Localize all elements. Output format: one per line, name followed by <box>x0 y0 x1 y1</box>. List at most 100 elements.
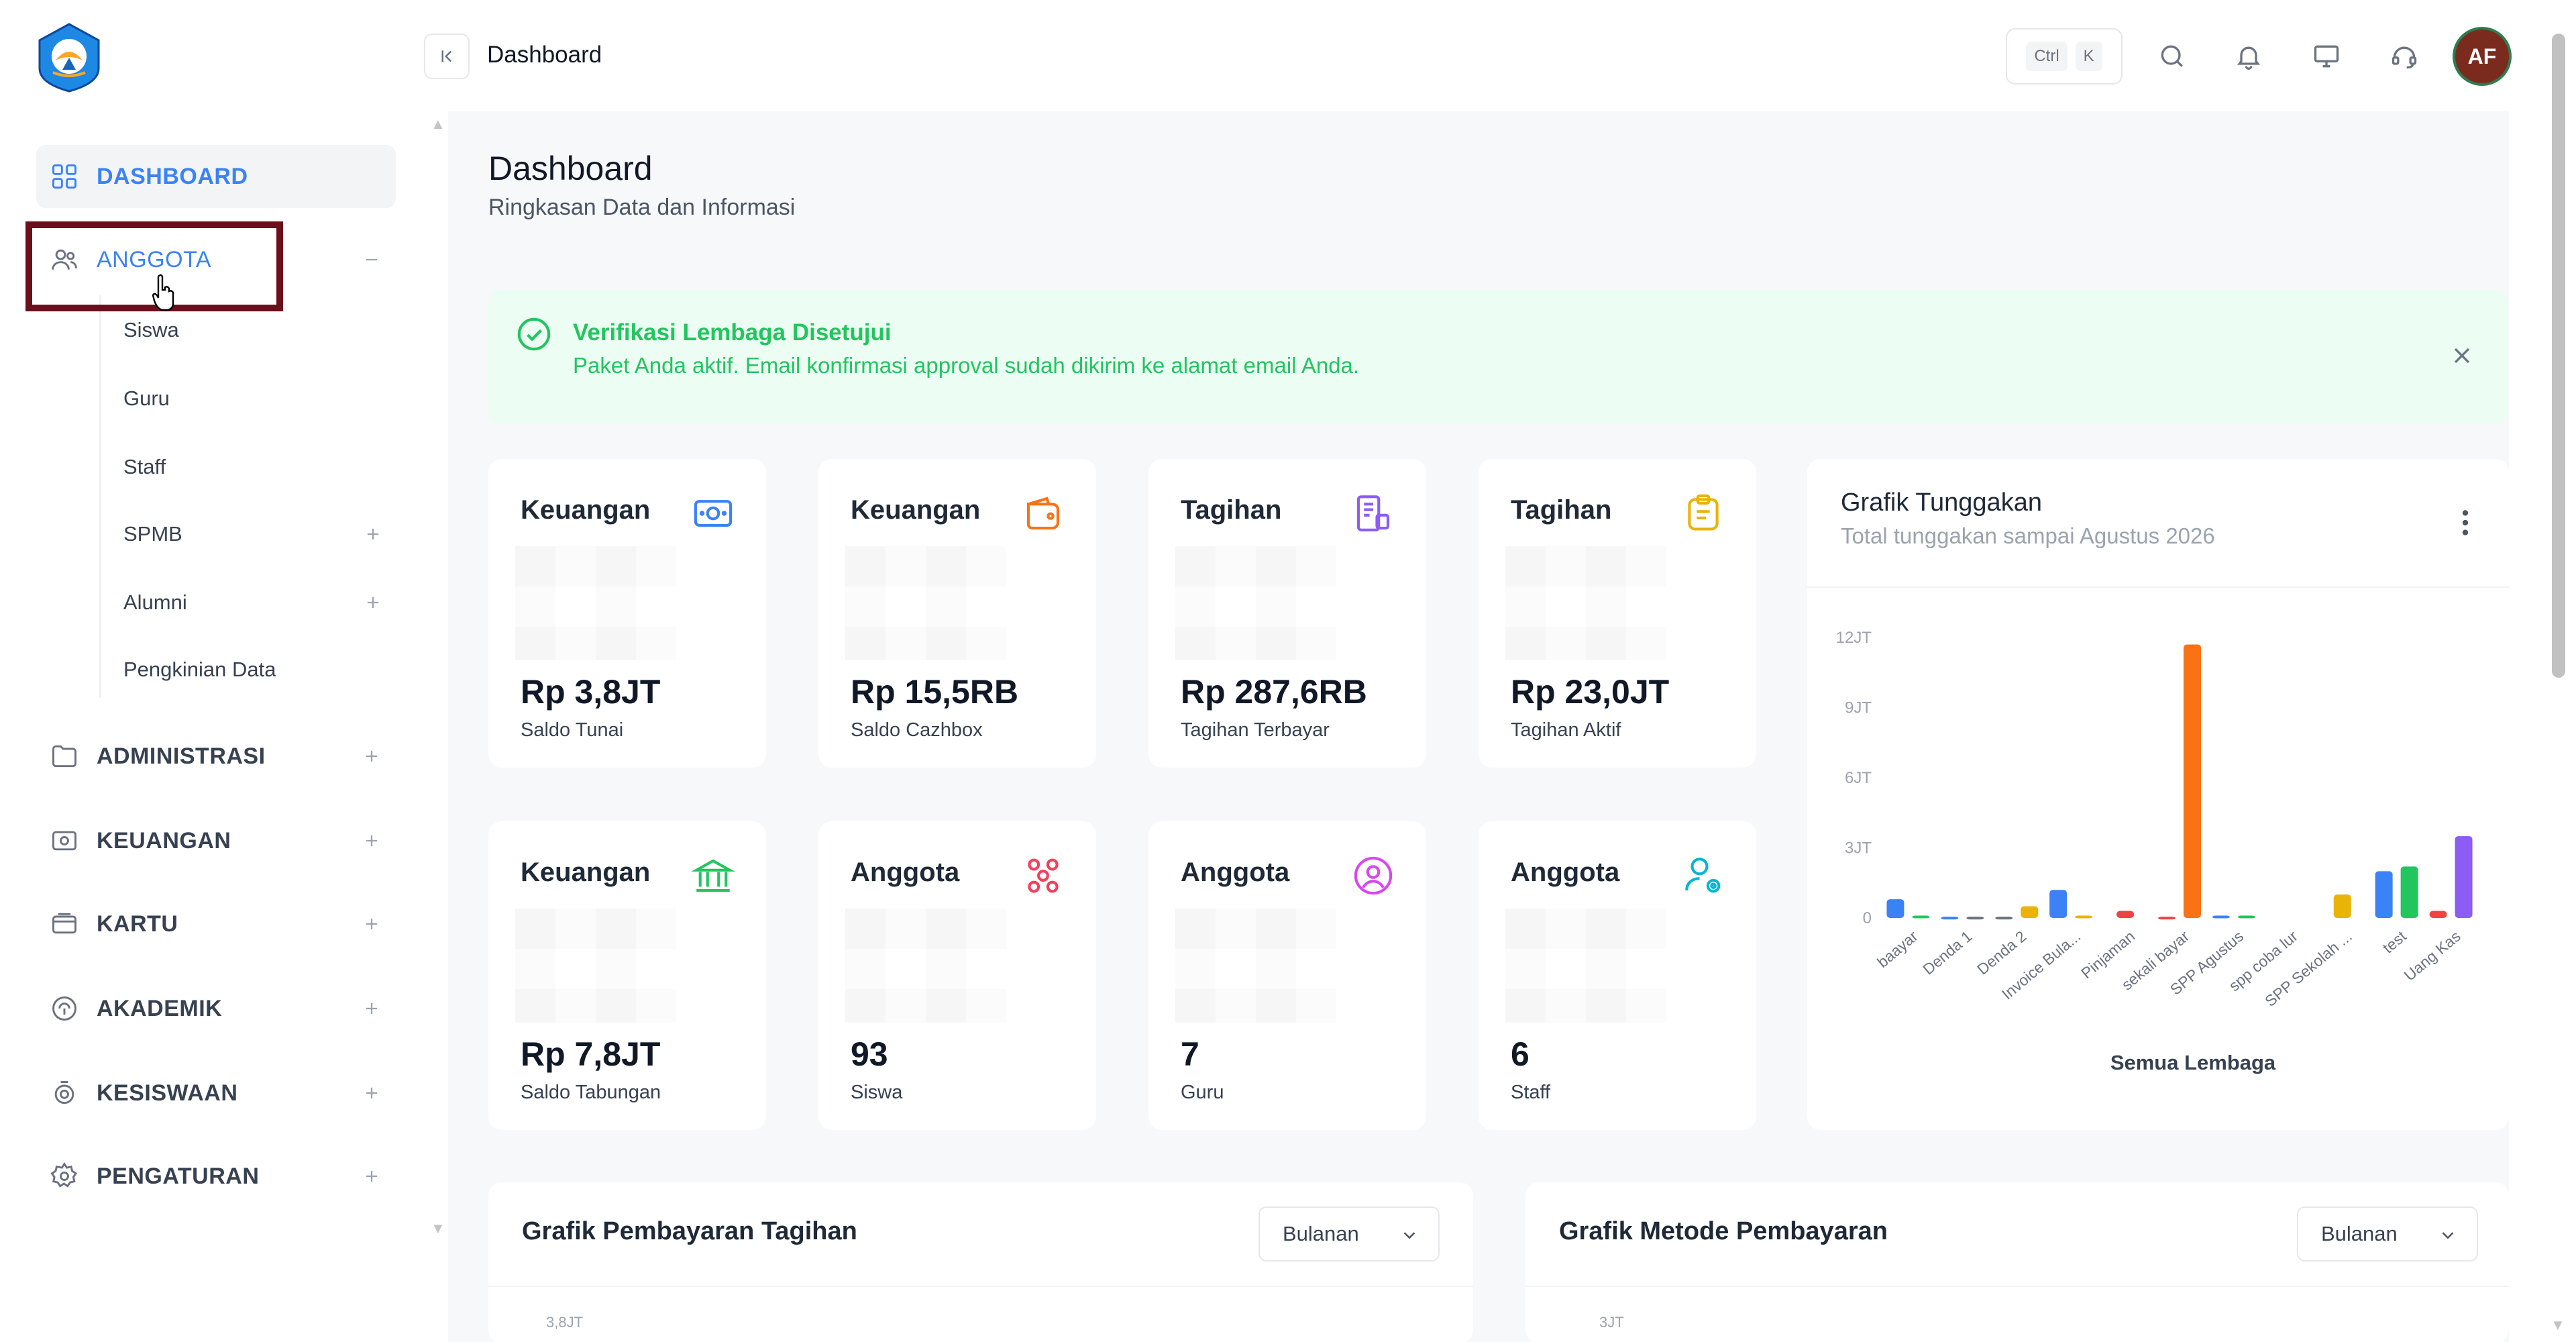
sub-item-alumni[interactable]: Alumni <box>123 590 187 615</box>
nav-akademik[interactable]: AKADEMIK <box>36 977 396 1040</box>
expand-plus-icon[interactable] <box>361 590 385 615</box>
nav-dashboard[interactable]: DASHBOARD <box>36 145 396 208</box>
tut-wuri-logo-icon[interactable] <box>35 23 103 93</box>
chart-bar <box>1966 917 1984 920</box>
metode-period-select[interactable]: Bulanan <box>2297 1206 2478 1261</box>
card-label: Siswa <box>851 1082 903 1103</box>
nav-keuangan[interactable]: KEUANGAN <box>36 809 396 872</box>
tunggakan-bar-chart: 03JT6JT9JT12JTbaayarDenda 1Denda 2Invoic… <box>1836 629 2473 1074</box>
stat-card-saldo-cazhbox[interactable]: Keuangan Rp 15,5RB Saldo Cazhbox <box>818 459 1096 768</box>
card-label: Saldo Cazhbox <box>851 719 983 741</box>
expand-plus-icon[interactable] <box>360 1164 384 1188</box>
stat-card-tagihan-terbayar[interactable]: Tagihan Rp 287,6RB Tagihan Terbayar <box>1148 459 1426 768</box>
chevron-down-icon <box>2442 1232 2454 1239</box>
nav-kartu[interactable]: KARTU <box>36 892 396 956</box>
command-palette-shortcut[interactable]: Ctrl K <box>2006 28 2123 85</box>
expand-plus-icon[interactable] <box>360 744 384 768</box>
pembayaran-period-select[interactable]: Bulanan <box>1258 1206 1440 1261</box>
sub-item-spmb[interactable]: SPMB <box>123 522 182 546</box>
tunggakan-chart-card: Grafik Tunggakan Total tunggakan sampai … <box>1807 459 2509 1130</box>
monitor-icon[interactable] <box>2306 36 2347 76</box>
bell-icon[interactable] <box>2229 36 2269 76</box>
card-label: Tagihan Aktif <box>1511 719 1621 741</box>
card-value: Rp 3,8JT <box>521 673 661 711</box>
nav-pengaturan[interactable]: PENGATURAN <box>36 1145 396 1208</box>
y-tick-label: 3,8JT <box>546 1314 584 1331</box>
sub-item-pengkinian-data[interactable]: Pengkinian Data <box>123 658 276 682</box>
chart-bar <box>2375 871 2393 918</box>
kbd-k: K <box>2075 42 2102 71</box>
support-headset-icon[interactable] <box>2384 36 2424 76</box>
bank-icon <box>690 852 737 899</box>
clipboard-icon <box>1680 490 1727 537</box>
card-divider <box>1525 1286 2509 1287</box>
stat-card-staff[interactable]: Anggota 6 Staff <box>1479 821 1756 1130</box>
dashboard-grid-icon <box>48 160 80 193</box>
badge-icon <box>48 1077 80 1109</box>
stat-card-tagihan-aktif[interactable]: Tagihan Rp 23,0JT Tagihan Aktif <box>1479 459 1756 768</box>
chart-bar <box>2455 836 2473 918</box>
card-value: 93 <box>851 1035 888 1073</box>
cash-icon <box>690 490 737 537</box>
stat-card-saldo-tunai[interactable]: Keuangan Rp 3,8JT Saldo Tunai <box>488 459 766 768</box>
chart-bar <box>2400 866 2418 918</box>
stat-card-siswa[interactable]: Anggota 93 Siswa <box>818 821 1096 1130</box>
check-circle-icon <box>517 317 551 351</box>
page-scrollbar-thumb[interactable] <box>2552 34 2565 678</box>
card-title: Tagihan <box>1511 495 1612 525</box>
card-label: Saldo Tunai <box>521 719 624 741</box>
chart-bar <box>2184 644 2201 918</box>
sidebar-scroll-down-icon[interactable]: ▼ <box>431 1220 445 1237</box>
collapse-sidebar-button[interactable] <box>424 34 470 79</box>
card-label: Tagihan Terbayar <box>1181 719 1330 741</box>
receipt-icon <box>1350 490 1397 537</box>
y-tick-label: 3JT <box>1599 1314 1624 1331</box>
more-vertical-icon[interactable] <box>2455 506 2475 539</box>
sidebar-scroll-up-icon[interactable]: ▲ <box>431 115 445 133</box>
nav-pengaturan-label: PENGATURAN <box>97 1163 260 1189</box>
user-circle-icon <box>1350 852 1397 899</box>
nav-keuangan-label: KEUANGAN <box>97 827 231 854</box>
sub-item-guru[interactable]: Guru <box>123 386 170 411</box>
chart-bar <box>1941 917 1959 920</box>
alert-text: Paket Anda aktif. Email konfirmasi appro… <box>573 353 1360 378</box>
card-value: Rp 7,8JT <box>521 1035 661 1073</box>
hand-cursor-icon <box>152 274 174 311</box>
page-title: Dashboard <box>488 150 653 187</box>
card-value: 7 <box>1181 1035 1199 1073</box>
nav-administrasi[interactable]: ADMINISTRASI <box>36 725 396 788</box>
expand-plus-icon[interactable] <box>361 522 385 546</box>
collapse-minus-icon[interactable] <box>360 248 384 272</box>
x-tick-label: baayar <box>1874 927 1921 971</box>
sub-item-siswa[interactable]: Siswa <box>123 318 179 342</box>
chart-bar <box>1912 915 1930 919</box>
card-title: Anggota <box>851 858 960 887</box>
nav-akademik-label: AKADEMIK <box>97 995 223 1021</box>
stat-card-saldo-tabungan[interactable]: Keuangan Rp 7,8JT Saldo Tabungan <box>488 821 766 1130</box>
card-label: Staff <box>1511 1082 1551 1103</box>
metode-title: Grafik Metode Pembayaran <box>1559 1217 1888 1245</box>
chart-bar <box>1995 917 2013 920</box>
success-alert: Verifikasi Lembaga Disetujui Paket Anda … <box>488 290 2508 424</box>
card-title: Anggota <box>1181 858 1290 887</box>
x-axis-label: Semua Lembaga <box>2110 1051 2276 1074</box>
nav-kesiswaan-label: KESISWAAN <box>97 1080 238 1106</box>
nav-dashboard-label: DASHBOARD <box>97 163 248 189</box>
y-tick-label: 6JT <box>1845 769 1872 787</box>
expand-plus-icon[interactable] <box>360 1081 384 1105</box>
expand-plus-icon[interactable] <box>360 829 384 853</box>
search-icon[interactable] <box>2152 36 2192 76</box>
expand-plus-icon[interactable] <box>360 912 384 936</box>
nav-kesiswaan[interactable]: KESISWAAN <box>36 1062 396 1125</box>
close-icon[interactable] <box>2449 342 2475 369</box>
pembayaran-title: Grafik Pembayaran Tagihan <box>522 1217 857 1245</box>
card-value: Rp 15,5RB <box>851 673 1019 711</box>
sub-item-staff[interactable]: Staff <box>123 455 166 479</box>
stat-card-guru[interactable]: Anggota 7 Guru <box>1148 821 1426 1130</box>
user-avatar[interactable]: AF <box>2453 27 2512 86</box>
page-scroll-down-icon[interactable]: ▼ <box>2551 1317 2565 1334</box>
expand-plus-icon[interactable] <box>360 996 384 1021</box>
chart-bar <box>2049 890 2068 918</box>
x-tick-label: Denda 1 <box>1919 927 1975 978</box>
x-tick-label: Uang Kas <box>2401 927 2464 984</box>
